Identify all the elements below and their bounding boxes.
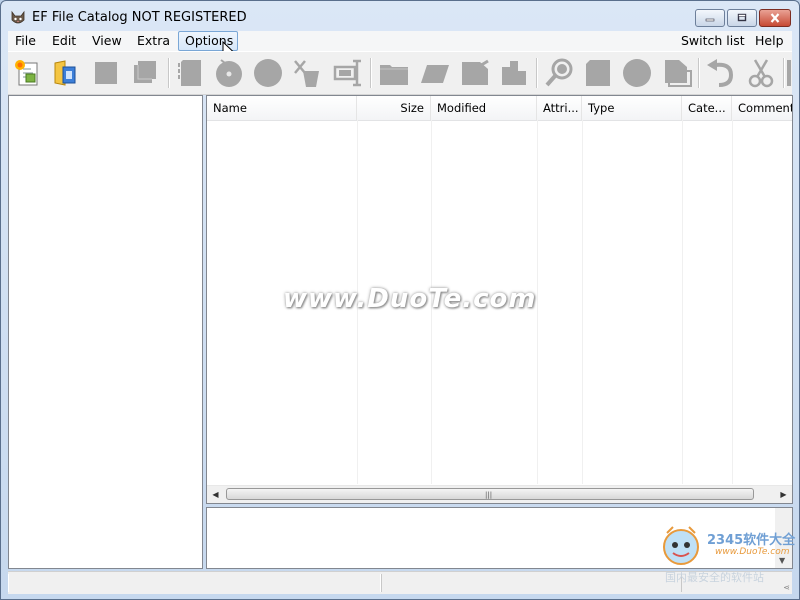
puzzle-icon — [502, 61, 526, 85]
toolbar-separator — [370, 58, 372, 88]
toolbar-button-12[interactable] — [457, 56, 491, 90]
toolbar-button-6[interactable] — [212, 56, 246, 90]
window-controls — [693, 9, 791, 27]
chevron-left-icon: ◀ — [212, 490, 219, 499]
column-header-category[interactable]: Cate... — [682, 96, 732, 120]
cat-app-icon — [11, 10, 25, 24]
catalog-tree-pane[interactable] — [8, 95, 203, 569]
toolbar-button-11[interactable] — [418, 56, 452, 90]
menu-file[interactable]: File — [9, 31, 42, 51]
menu-help[interactable]: Help — [749, 31, 790, 51]
title-bar[interactable]: EF File Catalog NOT REGISTERED — [1, 1, 799, 31]
logo-title: 2345软件大全 — [707, 533, 796, 548]
toolbar-separator — [168, 58, 170, 88]
corner-watermark-logo: 2345软件大全 www.DuoTe.com 国内最安全的软件站 — [657, 521, 799, 599]
scroll-grip: ||| — [485, 491, 493, 499]
toolbar-button-13[interactable] — [497, 56, 531, 90]
toolbar-button-10[interactable] — [377, 56, 411, 90]
page-icon — [586, 60, 610, 86]
new-catalog-icon — [15, 60, 38, 86]
menu-bar: File Edit View Extra Options Switch list… — [8, 31, 792, 51]
sort-icon — [333, 59, 361, 87]
cd-icon — [216, 59, 242, 87]
scissors-icon — [748, 59, 774, 88]
open-folder-icon — [54, 60, 76, 86]
status-panel-2 — [380, 574, 682, 592]
toolbar-button-7[interactable] — [251, 56, 285, 90]
list-header: Name Size Modified Attri... Type Cate...… — [207, 96, 792, 121]
column-header-size[interactable]: Size — [357, 96, 431, 120]
toolbar-separator — [783, 58, 785, 88]
app-window: EF File Catalog NOT REGISTERED File Edit… — [0, 0, 800, 600]
circle-icon — [623, 59, 651, 87]
toolbar — [8, 51, 792, 95]
menu-view[interactable]: View — [86, 31, 128, 51]
menu-switch-list[interactable]: Switch list — [675, 31, 751, 51]
column-divider — [732, 120, 733, 484]
column-divider — [582, 120, 583, 484]
square-icon — [95, 62, 117, 84]
column-header-attributes[interactable]: Attri... — [537, 96, 582, 120]
column-header-modified[interactable]: Modified — [431, 96, 537, 120]
cut-button[interactable] — [744, 56, 778, 90]
mascot-logo-icon — [663, 526, 699, 565]
cut-cup-icon — [294, 60, 319, 87]
scroll-left-button[interactable]: ◀ — [207, 486, 224, 503]
toolbar-button-5[interactable] — [174, 56, 208, 90]
close-button[interactable] — [759, 9, 791, 27]
toolbar-separator — [536, 58, 538, 88]
folder-icon — [380, 65, 408, 85]
search-icon — [545, 58, 573, 87]
toolbar-separator — [698, 58, 700, 88]
toolbar-button-15[interactable] — [581, 56, 615, 90]
scroll-right-button[interactable]: ▶ — [775, 486, 792, 503]
maximize-button[interactable] — [727, 9, 757, 27]
toolbar-button-16[interactable] — [620, 56, 654, 90]
column-header-comment[interactable]: Comment — [732, 96, 792, 120]
minimize-icon — [705, 18, 715, 22]
minimize-button[interactable] — [695, 9, 725, 27]
note-icon — [462, 59, 489, 85]
column-divider — [682, 120, 683, 484]
menu-extra[interactable]: Extra — [131, 31, 176, 51]
watermark-text: www.DuoTe.com — [283, 284, 537, 314]
undo-button[interactable] — [704, 56, 738, 90]
document-icon — [665, 60, 692, 87]
horizontal-scrollbar[interactable]: ◀ ||| ▶ — [207, 485, 792, 503]
column-header-type[interactable]: Type — [582, 96, 682, 120]
circle-icon — [254, 59, 282, 87]
toolbar-overflow-edge — [787, 60, 791, 86]
menu-edit[interactable]: Edit — [46, 31, 82, 51]
toolbar-button-4[interactable] — [127, 56, 161, 90]
chevron-right-icon: ▶ — [780, 490, 787, 499]
maximize-icon — [737, 13, 747, 22]
toolbar-button-3[interactable] — [89, 56, 123, 90]
undo-icon — [707, 59, 734, 87]
scroll-thumb[interactable]: ||| — [226, 488, 754, 500]
disk-icon — [178, 60, 201, 86]
search-button[interactable] — [542, 56, 576, 90]
column-divider — [537, 120, 538, 484]
open-folder-button[interactable] — [48, 56, 82, 90]
toolbar-button-9[interactable] — [330, 56, 364, 90]
close-icon — [770, 13, 780, 23]
window-title: EF File Catalog NOT REGISTERED — [32, 10, 247, 25]
new-catalog-button[interactable] — [10, 56, 44, 90]
copy-squares-icon — [134, 61, 156, 83]
column-header-name[interactable]: Name — [207, 96, 357, 120]
status-panel-1 — [8, 574, 382, 592]
toolbar-button-8[interactable] — [290, 56, 324, 90]
logo-url: www.DuoTe.com — [715, 547, 790, 557]
tag-icon — [421, 65, 449, 83]
toolbar-button-17[interactable] — [660, 56, 694, 90]
logo-subtitle: 国内最安全的软件站 — [665, 571, 764, 584]
